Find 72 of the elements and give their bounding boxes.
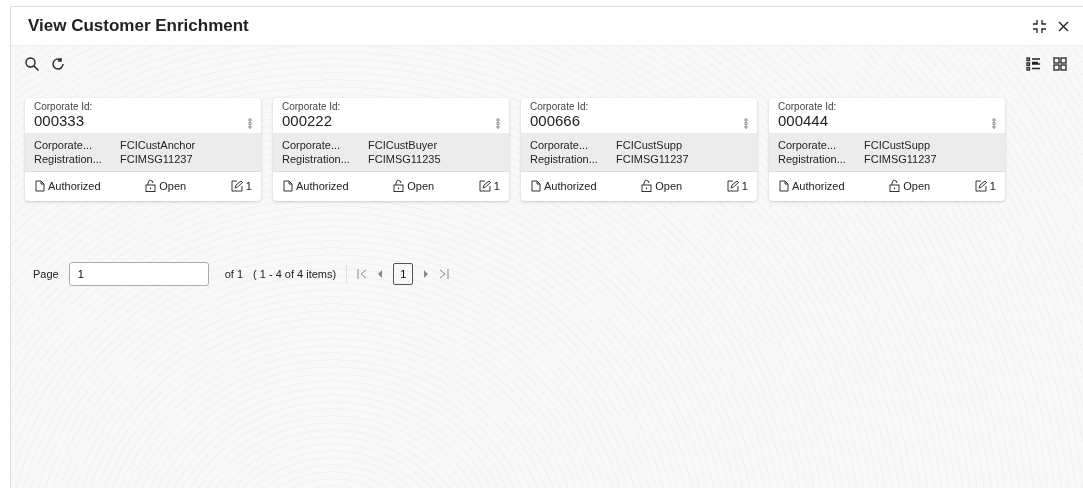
- field-value: FCICustSupp: [616, 138, 683, 152]
- edit-count: 1: [245, 180, 252, 192]
- page-count-text: of 1: [224, 268, 244, 280]
- record-card[interactable]: Corporate Id: 000666 Corporate... FCICustSupp Registration... FCIMSG11237 Authorized Open 1: [521, 98, 757, 201]
- id-label: Corporate Id:: [282, 101, 341, 112]
- id-value: 000666: [530, 112, 582, 129]
- previous-page-icon[interactable]: [378, 270, 384, 278]
- field-label: Corporate...: [530, 138, 590, 152]
- kebab-menu-icon[interactable]: [496, 118, 500, 129]
- document-icon: [35, 180, 45, 192]
- lock-status-text: Open: [655, 180, 683, 192]
- kebab-menu-icon[interactable]: [248, 118, 252, 129]
- field-label: Corporate...: [34, 138, 94, 152]
- refresh-icon[interactable]: [51, 57, 65, 71]
- next-page-icon[interactable]: [423, 270, 429, 278]
- search-icon[interactable]: [25, 57, 39, 71]
- kebab-menu-icon[interactable]: [992, 118, 996, 129]
- page-label: Page: [33, 268, 59, 280]
- edit-icon: [230, 180, 243, 192]
- id-value: 000333: [34, 112, 86, 129]
- field-value: FCIMSG11237: [120, 152, 193, 166]
- lock-icon: [393, 180, 405, 192]
- field-value: FCIMSG11237: [616, 152, 689, 166]
- field-label: Registration...: [34, 152, 103, 166]
- id-label: Corporate Id:: [530, 101, 589, 112]
- record-card[interactable]: Corporate Id: 000333 Corporate... FCICustAnchor Registration... FCIMSG11237 Authorized Open 1: [25, 98, 261, 201]
- id-label: Corporate Id:: [778, 101, 837, 112]
- document-icon: [779, 180, 789, 192]
- edit-count: 1: [741, 180, 748, 192]
- edit-icon: [478, 180, 491, 192]
- last-page-icon[interactable]: [438, 269, 450, 279]
- lock-status-text: Open: [159, 180, 187, 192]
- edit-count: 1: [493, 180, 500, 192]
- close-icon[interactable]: [1058, 20, 1069, 32]
- edit-count: 1: [989, 180, 996, 192]
- id-label: Corporate Id:: [34, 101, 93, 112]
- field-label: Registration...: [778, 152, 847, 166]
- field-value: FCICustAnchor: [120, 138, 196, 152]
- first-page-icon[interactable]: [357, 269, 369, 279]
- lock-icon: [145, 180, 157, 192]
- grid-view-icon[interactable]: [1053, 57, 1067, 71]
- document-icon: [283, 180, 293, 192]
- lock-status-text: Open: [903, 180, 931, 192]
- field-value: FCICustSupp: [864, 138, 931, 152]
- status-text: Authorized: [296, 180, 349, 192]
- list-view-icon[interactable]: [1026, 57, 1041, 71]
- lock-icon: [641, 180, 653, 192]
- record-card[interactable]: Corporate Id: 000444 Corporate... FCICustSupp Registration... FCIMSG11237 Authorized Open 1: [769, 98, 1005, 201]
- field-value: FCIMSG11237: [864, 152, 937, 166]
- field-label: Registration...: [282, 152, 351, 166]
- page-number-button[interactable]: 1: [393, 263, 414, 285]
- items-range-text: ( 1 - 4 of 4 items): [253, 268, 337, 280]
- id-value: 000222: [282, 112, 334, 129]
- lock-icon: [889, 180, 901, 192]
- collapse-icon[interactable]: [1033, 19, 1046, 33]
- field-value: FCICustBuyer: [368, 138, 438, 152]
- field-label: Corporate...: [282, 138, 342, 152]
- field-value: FCIMSG11235: [368, 152, 441, 166]
- status-text: Authorized: [792, 180, 845, 192]
- field-label: Corporate...: [778, 138, 838, 152]
- document-icon: [531, 180, 541, 192]
- page-input-field[interactable]: 1: [68, 262, 209, 286]
- edit-icon: [726, 180, 739, 192]
- field-label: Registration...: [530, 152, 599, 166]
- kebab-menu-icon[interactable]: [744, 118, 748, 129]
- status-text: Authorized: [48, 180, 101, 192]
- status-text: Authorized: [544, 180, 597, 192]
- edit-icon: [974, 180, 987, 192]
- record-card[interactable]: Corporate Id: 000222 Corporate... FCICustBuyer Registration... FCIMSG11235 Authorized Open 1: [273, 98, 509, 201]
- window-title: View Customer Enrichment: [28, 16, 249, 36]
- lock-status-text: Open: [407, 180, 435, 192]
- id-value: 000444: [778, 112, 830, 129]
